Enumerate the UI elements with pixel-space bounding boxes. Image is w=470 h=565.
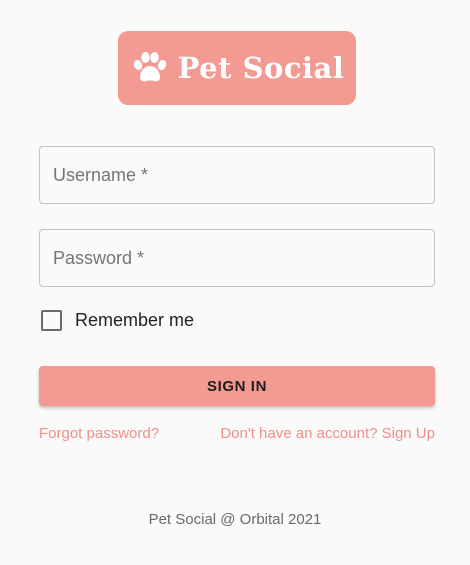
login-page: Pet Social Username * Password * Remembe… xyxy=(0,0,470,565)
sign-in-button[interactable]: SIGN IN xyxy=(39,366,435,406)
sign-up-link[interactable]: Don't have an account? Sign Up xyxy=(220,425,435,442)
forgot-password-link[interactable]: Forgot password? xyxy=(39,425,159,442)
remember-me-label: Remember me xyxy=(75,309,195,330)
footer-text: Pet Social @ Orbital 2021 xyxy=(148,511,322,528)
password-field[interactable]: Password * xyxy=(39,229,435,287)
username-label: Username * xyxy=(53,164,149,185)
password-label: Password * xyxy=(53,247,145,268)
remember-me-toggle[interactable]: Remember me xyxy=(39,306,194,334)
paw-icon xyxy=(130,48,170,88)
username-field[interactable]: Username * xyxy=(39,146,435,204)
app-logo: Pet Social xyxy=(118,31,356,105)
app-logo-text: Pet Social xyxy=(177,51,345,85)
remember-me-checkbox[interactable] xyxy=(41,309,62,331)
